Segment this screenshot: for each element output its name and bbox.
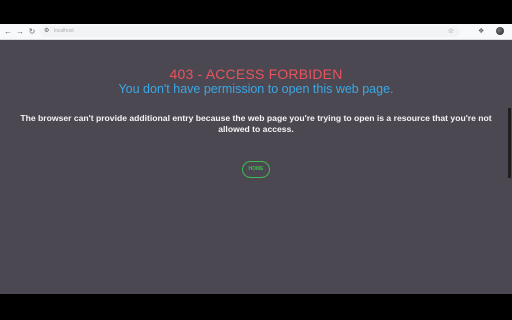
title-bar [0,0,512,24]
error-description: The browser can't provide additional ent… [20,113,492,134]
bottom-bar [0,294,512,320]
site-info-icon[interactable]: ⚙ [44,26,49,37]
arrow-right-icon[interactable]: → [15,26,25,37]
error-subtitle: You don't have permission to open this w… [118,82,394,96]
star-icon[interactable]: ☆ [448,26,454,37]
avatar[interactable] [496,27,504,35]
browser-toolbar: ← → ↻ ⚙ localhost ☆ ❖ [0,24,512,40]
home-button[interactable]: HOME [242,161,270,178]
address-bar[interactable]: ⚙ localhost ☆ [40,26,460,37]
error-title: 403 - ACCESS FORBIDEN [169,66,343,82]
reload-icon[interactable]: ↻ [27,26,37,37]
screen: ← → ↻ ⚙ localhost ☆ ❖ 403 - ACCESS FORBI… [0,0,512,320]
arrow-left-icon[interactable]: ← [3,26,13,37]
url-text[interactable]: localhost [54,26,74,37]
scrollbar[interactable] [508,108,511,178]
extensions-icon[interactable]: ❖ [478,26,484,37]
